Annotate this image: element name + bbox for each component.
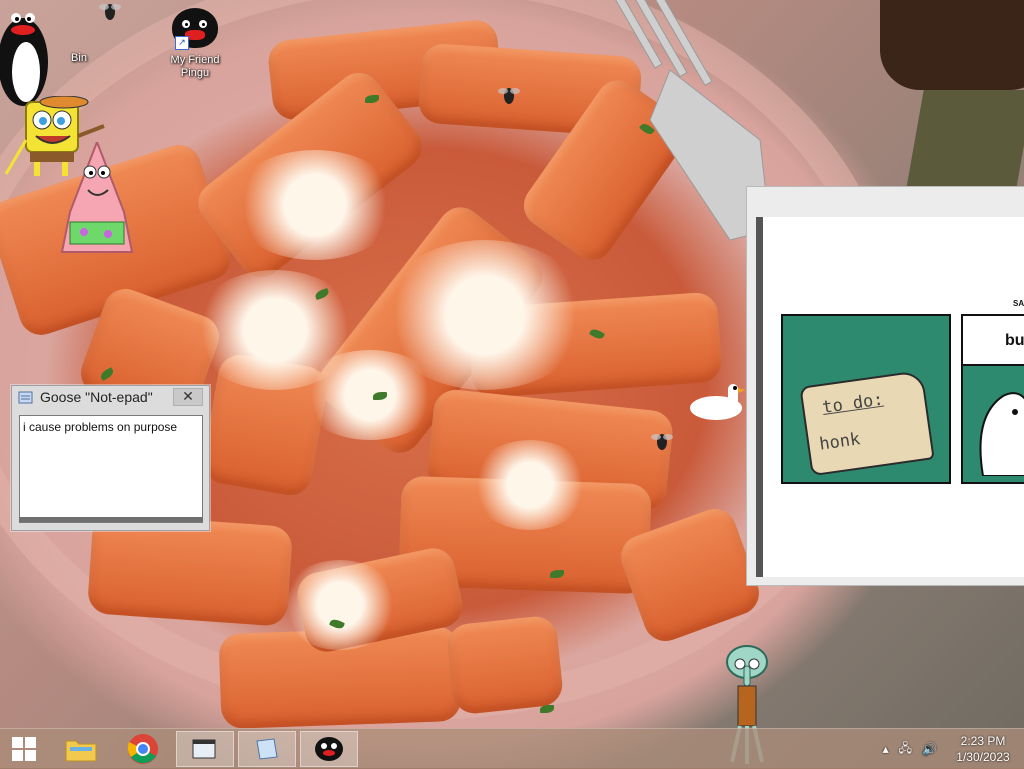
horizontal-scrollbar[interactable] (19, 517, 203, 522)
todo-scroll: to do: honk (799, 369, 935, 477)
window-title: Goose "Not-epad" (40, 389, 153, 405)
cloth-decoration (904, 90, 1024, 200)
window-icon (192, 739, 216, 759)
cheese (300, 350, 440, 440)
meme-image: SAFEG to do: honk bus (756, 217, 1024, 577)
parsley (540, 705, 554, 713)
fly-sprite (498, 88, 520, 104)
goose-drawing (979, 392, 1024, 476)
todo-item: honk (818, 429, 862, 455)
cheese (230, 150, 400, 260)
taskbar-chrome[interactable] (114, 731, 172, 767)
cheese (280, 560, 400, 650)
recycle-bin-icon (36, 6, 84, 50)
pingu-icon: ↗ (171, 8, 219, 52)
image-viewer-window[interactable]: SAFEG to do: honk bus (746, 186, 1024, 586)
desktop-icon-my-friend-pingu[interactable]: ↗ My Friend Pingu (157, 8, 233, 80)
clock-time: 2:23 PM (960, 734, 1006, 748)
network-icon[interactable]: 🖧 (899, 739, 912, 760)
patrick-sprite (60, 142, 134, 253)
taskbar-file-explorer[interactable] (52, 731, 110, 767)
desktop-icon-label: Bin (71, 52, 87, 64)
fly-sprite (651, 434, 673, 450)
show-hidden-icons-chevron-icon[interactable]: ▴ (883, 742, 889, 756)
meme-header-text: SAFEG (1013, 299, 1024, 308)
taskbar-window-1[interactable] (176, 731, 234, 767)
fly-sprite (99, 4, 121, 20)
clock[interactable]: 2:23 PM 1/30/2023 (942, 733, 1024, 765)
taskbar-pingu[interactable] (300, 731, 358, 767)
desktop-icon-label: My Friend Pingu (170, 54, 220, 79)
close-button[interactable]: ✕ (173, 388, 203, 406)
jar-decoration (880, 0, 1024, 90)
pingu-icon (315, 737, 343, 761)
todo-title: to do: (821, 389, 885, 418)
meme-panel-2: bus (961, 314, 1024, 484)
shortcut-arrow-icon: ↗ (175, 36, 189, 50)
taskbar-notepad[interactable] (238, 731, 296, 767)
cheese (470, 440, 590, 530)
speech-bubble-text: bus (1005, 332, 1024, 349)
pasta-tube (445, 614, 565, 716)
desktop-icon-recycle-bin[interactable]: Bin (22, 6, 98, 64)
start-button[interactable] (0, 731, 48, 767)
system-tray: ▴ 🖧 🔊 2:23 PM 1/30/2023 (878, 729, 1024, 769)
windows-logo-icon (12, 737, 36, 761)
chrome-icon (127, 734, 158, 764)
notepad-text-area[interactable]: i cause problems on purpose (19, 415, 203, 523)
taskbar: ▴ 🖧 🔊 2:23 PM 1/30/2023 (0, 728, 1024, 769)
notepad-icon (18, 391, 33, 404)
goose-sprite (690, 384, 746, 420)
volume-icon[interactable]: 🔊 (922, 742, 937, 756)
folder-icon (65, 740, 97, 762)
goose-notepad-window[interactable]: Goose "Not-epad" ✕ i cause problems on p… (11, 385, 210, 531)
clock-date: 1/30/2023 (956, 750, 1010, 764)
notepad-icon (256, 738, 278, 760)
meme-panel-1: to do: honk (781, 314, 951, 484)
